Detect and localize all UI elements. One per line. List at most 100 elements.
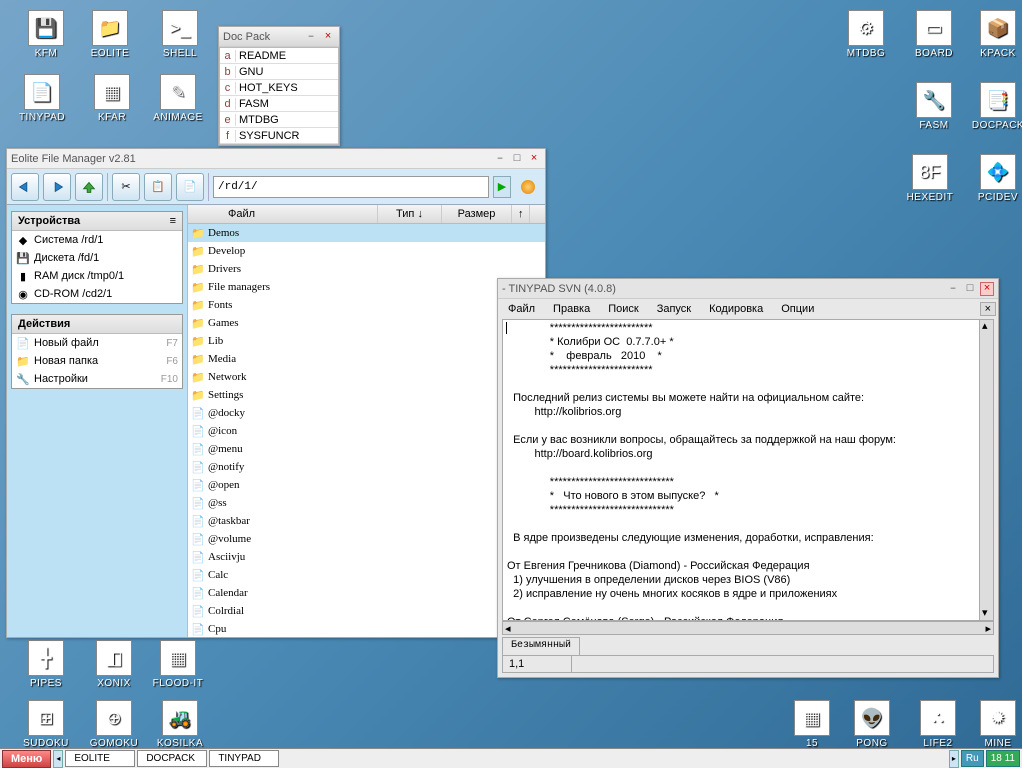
docpack-titlebar[interactable]: Doc Pack – × [219, 27, 339, 47]
desktop-icon-pong[interactable]: 👽PONG [842, 700, 902, 749]
desktop-icon-kosilka[interactable]: 🚜KOSILKA [150, 700, 210, 749]
device-item[interactable]: ▮RAM диск /tmp0/1 [12, 267, 182, 285]
desktop-icon-kfm[interactable]: 💾KFM [16, 10, 76, 59]
desktop-icon-xonix[interactable]: ◧XONIX [84, 640, 144, 689]
minimize-button[interactable]: – [493, 152, 507, 166]
docpack-item[interactable]: eMTDBG [220, 112, 338, 128]
refresh-icon[interactable] [521, 180, 535, 194]
close-button[interactable]: × [980, 282, 994, 296]
cut-button[interactable]: ✂ [112, 173, 140, 201]
menu-close-button[interactable]: × [980, 302, 996, 316]
language-indicator[interactable]: Ru [961, 750, 984, 767]
desktop-icon-tinypad[interactable]: 📄TINYPAD [12, 74, 72, 123]
close-button[interactable]: × [527, 152, 541, 166]
file-row[interactable]: 📄Colrdial [188, 602, 545, 620]
file-row[interactable]: 📄@volume [188, 530, 545, 548]
file-row[interactable]: 📄@ss [188, 494, 545, 512]
clock[interactable]: 18 11 [986, 750, 1020, 767]
menu-поиск[interactable]: Поиск [600, 301, 646, 317]
file-row[interactable]: 📄@docky [188, 404, 545, 422]
file-row[interactable]: 📁Network [188, 368, 545, 386]
desktop-icon-flood-it[interactable]: ▦FLOOD-IT [148, 640, 208, 689]
desktop-icon-pcidev[interactable]: 💠PCIDEV [968, 154, 1022, 203]
desktop-icon-kpack[interactable]: 📦KPACK [968, 10, 1022, 59]
docpack-item[interactable]: cHOT_KEYS [220, 80, 338, 96]
desktop-icon-pipes[interactable]: ╋PIPES [16, 640, 76, 689]
docpack-item[interactable]: fSYSFUNCR [220, 128, 338, 144]
desktop-icon-hexedit[interactable]: 8FHEXEDIT [900, 154, 960, 203]
maximize-button[interactable]: □ [963, 282, 977, 296]
desktop-icon-eolite[interactable]: 📁EOLITE [80, 10, 140, 59]
forward-button[interactable] [43, 173, 71, 201]
file-row[interactable]: 📁Lib [188, 332, 545, 350]
file-row[interactable]: 📁Settings [188, 386, 545, 404]
tinypad-titlebar[interactable]: - TINYPAD SVN (4.0.8) – □ × [498, 279, 998, 299]
editor-area[interactable]: ************************ * Колибри ОС 0.… [502, 319, 994, 621]
collapse-icon[interactable]: ≡ [170, 215, 176, 227]
file-row[interactable]: 📄Calc [188, 566, 545, 584]
file-row[interactable]: 📁File managers [188, 278, 545, 296]
desktop-icon-mtdbg[interactable]: ⚙MTDBG [836, 10, 896, 59]
file-row[interactable]: 📄@icon [188, 422, 545, 440]
desktop-icon-15[interactable]: ▦15 [782, 700, 842, 749]
taskbar-divider-left[interactable]: ◂ [53, 750, 63, 768]
file-row[interactable]: 📄@notify [188, 458, 545, 476]
file-tab[interactable]: Безымянный [502, 637, 580, 655]
desktop-icon-life2[interactable]: ∴LIFE2 [908, 700, 968, 749]
menu-запуск[interactable]: Запуск [649, 301, 699, 317]
paste-button[interactable]: 📄 [176, 173, 204, 201]
back-button[interactable] [11, 173, 39, 201]
file-row[interactable]: 📄Cpu [188, 620, 545, 637]
desktop-icon-fasm[interactable]: 🔧FASM [904, 82, 964, 131]
docpack-item[interactable]: bGNU [220, 64, 338, 80]
docpack-item[interactable]: dFASM [220, 96, 338, 112]
file-row[interactable]: 📄Asciivju [188, 548, 545, 566]
action-item[interactable]: 📁Новая папкаF6 [12, 352, 182, 370]
menu-файл[interactable]: Файл [500, 301, 543, 317]
column-size[interactable]: Размер [442, 205, 512, 223]
maximize-button[interactable]: □ [510, 152, 524, 166]
desktop-icon-shell[interactable]: >_SHELL [150, 10, 210, 59]
file-row[interactable]: 📁Games [188, 314, 545, 332]
file-row[interactable]: 📁Drivers [188, 260, 545, 278]
action-item[interactable]: 🔧НастройкиF10 [12, 370, 182, 388]
desktop-icon-animage[interactable]: ✎ANIMAGE [148, 74, 208, 123]
vertical-scrollbar[interactable] [979, 320, 993, 620]
file-row[interactable]: 📁Fonts [188, 296, 545, 314]
desktop-icon-kfar[interactable]: ▦KFAR [82, 74, 142, 123]
column-name[interactable]: Файл [188, 205, 378, 223]
address-bar[interactable]: /rd/1/ [213, 176, 489, 198]
task-button-eolite[interactable]: EOLITE [65, 750, 135, 767]
task-button-docpack[interactable]: DOCPACK [137, 750, 207, 767]
desktop-icon-mine[interactable]: ✹MINE [968, 700, 1022, 749]
menu-правка[interactable]: Правка [545, 301, 598, 317]
file-row[interactable]: 📁Demos [188, 224, 545, 242]
device-item[interactable]: ◉CD-ROM /cd2/1 [12, 285, 182, 303]
go-button[interactable]: ▶ [493, 176, 511, 198]
desktop-icon-docpack[interactable]: 📑DOCPACK [968, 82, 1022, 131]
desktop-icon-gomoku[interactable]: ⊕GOMOKU [84, 700, 144, 749]
file-row[interactable]: 📄@taskbar [188, 512, 545, 530]
file-row[interactable]: 📄@open [188, 476, 545, 494]
file-row[interactable]: 📄@menu [188, 440, 545, 458]
close-button[interactable]: × [321, 30, 335, 44]
minimize-button[interactable]: – [304, 30, 318, 44]
task-button-tinypad[interactable]: TINYPAD [209, 750, 279, 767]
copy-button[interactable]: 📋 [144, 173, 172, 201]
docpack-item[interactable]: aREADME [220, 48, 338, 64]
file-row[interactable]: 📁Develop [188, 242, 545, 260]
menu-опции[interactable]: Опции [773, 301, 822, 317]
desktop-icon-board[interactable]: ▭BOARD [904, 10, 964, 59]
column-type[interactable]: Тип ↓ [378, 205, 442, 223]
taskbar-divider-right[interactable]: ▸ [949, 750, 959, 768]
device-item[interactable]: ◆Система /rd/1 [12, 231, 182, 249]
file-row[interactable]: 📁Media [188, 350, 545, 368]
desktop-icon-sudoku[interactable]: ⊞SUDOKU [16, 700, 76, 749]
start-menu-button[interactable]: Меню [2, 750, 51, 768]
column-sort[interactable]: ↑ [512, 205, 530, 223]
action-item[interactable]: 📄Новый файлF7 [12, 334, 182, 352]
eolite-titlebar[interactable]: Eolite File Manager v2.81 – □ × [7, 149, 545, 169]
horizontal-scrollbar[interactable] [502, 621, 994, 635]
up-button[interactable] [75, 173, 103, 201]
file-row[interactable]: 📄Calendar [188, 584, 545, 602]
